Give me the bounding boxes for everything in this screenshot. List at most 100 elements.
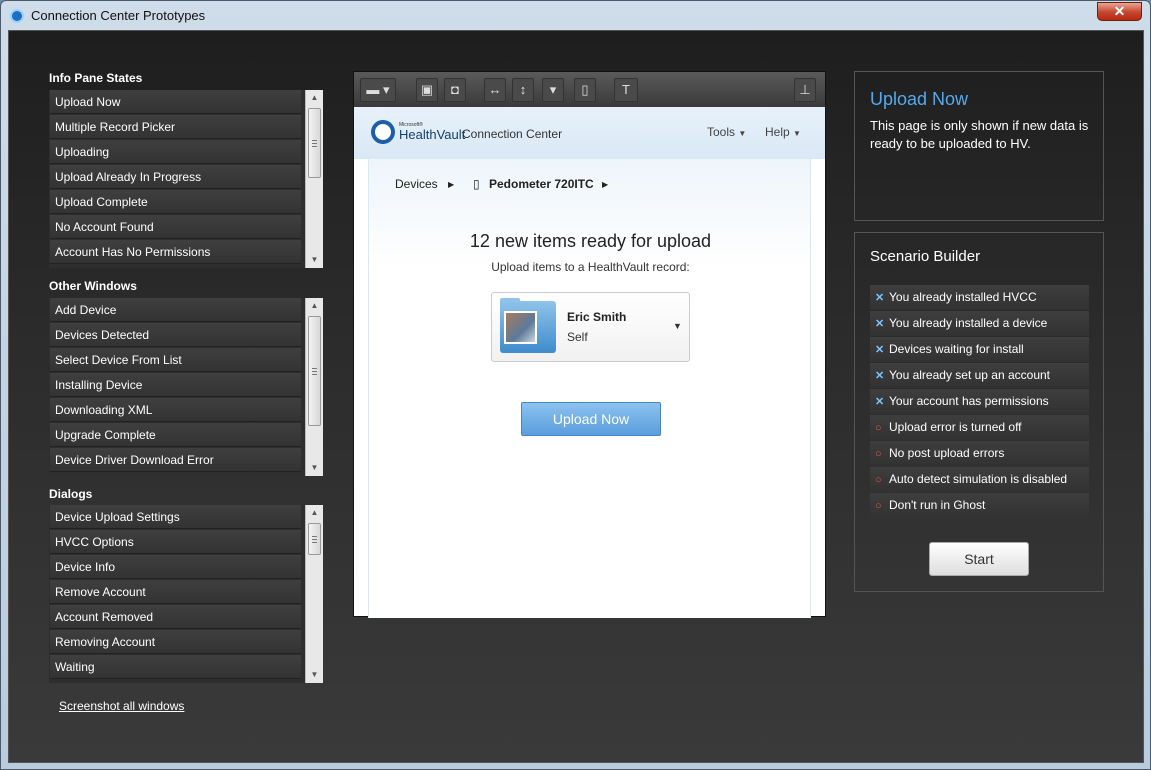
dialogs-title: Dialogs: [49, 487, 93, 501]
dialogs-item[interactable]: Remove Account: [50, 580, 301, 604]
open-folder-icon[interactable]: ▬ ▾: [360, 78, 396, 102]
window-title: Connection Center Prototypes: [31, 8, 206, 23]
resize-horizontal-icon[interactable]: ↔: [484, 78, 506, 102]
scenario-item[interactable]: ✕ Your account has permissions: [870, 389, 1089, 414]
scenario-item[interactable]: ○ No post upload errors: [870, 441, 1089, 466]
logo-connection-center: Connection Center: [462, 127, 563, 141]
scenario-item-label: No post upload errors: [889, 446, 1005, 460]
dialogs-scrollbar[interactable]: ▲ ▼: [305, 505, 323, 683]
breadcrumb-devices[interactable]: Devices: [395, 177, 438, 191]
scroll-down-icon[interactable]: ▼: [306, 252, 323, 268]
scenario-item[interactable]: ○ Auto detect simulation is disabled: [870, 467, 1089, 492]
info-pane-item[interactable]: Multiple Record Picker: [50, 115, 301, 139]
resize-vertical-icon[interactable]: ↕: [512, 78, 534, 102]
other-windows-item[interactable]: Installing Device: [50, 373, 301, 397]
dialogs-list: Device Upload Settings HVCC Options Device…: [49, 505, 323, 683]
other-windows-item[interactable]: Add Device: [50, 298, 301, 322]
healthvault-header: Microsoft® HealthVault Connection Center…: [354, 107, 825, 159]
upload-now-button[interactable]: Upload Now: [521, 402, 661, 436]
save-icon[interactable]: ▣: [416, 78, 438, 102]
logo-healthvault: HealthVault: [399, 127, 466, 142]
scroll-thumb[interactable]: [308, 108, 321, 178]
info-pane-item[interactable]: Account Has No Permissions: [50, 240, 301, 264]
scenario-list: ✕ You already installed HVCC ✕ You already …: [870, 285, 1089, 519]
scroll-down-icon[interactable]: ▼: [306, 460, 323, 476]
scenario-item[interactable]: ✕ Devices waiting for install: [870, 337, 1089, 362]
dialogs-item[interactable]: Waiting: [50, 655, 301, 679]
breadcrumb-device[interactable]: Pedometer 720ITC: [489, 177, 594, 191]
scenario-item-label: Upload error is turned off: [889, 420, 1022, 434]
record-name: Eric Smith: [567, 310, 627, 324]
info-box: Upload Now This page is only shown if ne…: [854, 71, 1104, 221]
circle-icon: ○: [875, 500, 882, 512]
other-windows-item[interactable]: Select Device From List: [50, 348, 301, 372]
scenario-item-label: You already set up an account: [889, 368, 1051, 382]
scenario-builder: Scenario Builder ✕ You already installed …: [854, 232, 1104, 592]
other-windows-item[interactable]: Device Driver Download Error: [50, 448, 301, 472]
info-pane-list: Upload Now Multiple Record Picker Uploadin…: [49, 90, 323, 268]
pedometer-icon: ▯: [473, 177, 480, 191]
chevron-right-icon: ▶: [448, 180, 455, 189]
info-pane-item[interactable]: Upload Complete: [50, 190, 301, 214]
scenario-item-label: You already installed HVCC: [889, 290, 1037, 304]
client-area: Info Pane States Upload Now Multiple Reco…: [8, 30, 1144, 763]
scroll-up-icon[interactable]: ▲: [306, 298, 323, 314]
info-text: This page is only shown if new data is r…: [870, 118, 1089, 151]
scenario-item-label: Don't run in Ghost: [889, 498, 986, 512]
x-icon: ✕: [875, 370, 885, 382]
other-windows-scrollbar[interactable]: ▲ ▼: [305, 298, 323, 476]
chevron-right-icon: ▶: [602, 180, 609, 189]
scroll-up-icon[interactable]: ▲: [306, 90, 323, 106]
scroll-up-icon[interactable]: ▲: [306, 505, 323, 521]
info-title: Upload Now: [870, 89, 969, 109]
scenario-item[interactable]: ✕ You already installed a device: [870, 311, 1089, 336]
circle-icon: ○: [875, 474, 882, 486]
scenario-item-label: Your account has permissions: [889, 394, 1049, 408]
tools-menu[interactable]: Tools ▼: [707, 125, 746, 139]
info-pane-item[interactable]: Upload Now: [50, 90, 301, 114]
record-relation: Self: [567, 330, 588, 344]
x-icon: ✕: [875, 292, 885, 304]
info-pane-title: Info Pane States: [49, 71, 143, 85]
text-icon[interactable]: T: [614, 78, 638, 102]
dialogs-item[interactable]: Account Removed: [50, 605, 301, 629]
scenario-item[interactable]: ○ Don't run in Ghost: [870, 493, 1089, 518]
scenario-item-label: Devices waiting for install: [889, 342, 1024, 356]
dialogs-item[interactable]: Device Upload Settings: [50, 505, 301, 529]
other-windows-item[interactable]: Upgrade Complete: [50, 423, 301, 447]
app-icon: [10, 9, 24, 23]
scenario-item[interactable]: ✕ You already installed HVCC: [870, 285, 1089, 310]
scenario-item[interactable]: ✕ You already set up an account: [870, 363, 1089, 388]
scroll-thumb[interactable]: [308, 523, 321, 555]
title-bar: Connection Center Prototypes ✕: [1, 1, 1150, 30]
screenshot-all-windows-link[interactable]: Screenshot all windows: [59, 699, 184, 713]
chevron-down-icon[interactable]: ▼: [673, 321, 682, 331]
circle-icon: ○: [875, 422, 882, 434]
dialogs-item[interactable]: HVCC Options: [50, 530, 301, 554]
pin-icon[interactable]: ⊥: [794, 78, 816, 102]
other-windows-title: Other Windows: [49, 279, 137, 293]
scroll-down-icon[interactable]: ▼: [306, 667, 323, 683]
dialogs-item[interactable]: Device Info: [50, 555, 301, 579]
info-pane-item[interactable]: Uploading: [50, 140, 301, 164]
dialogs-item[interactable]: Removing Account: [50, 630, 301, 654]
record-picker[interactable]: Eric Smith Self ▼: [491, 292, 690, 362]
device-icon[interactable]: ▾: [542, 78, 564, 102]
info-pane-item[interactable]: No Account Found: [50, 215, 301, 239]
upload-headline: 12 new items ready for upload: [469, 231, 712, 251]
scenario-item[interactable]: ○ Upload error is turned off: [870, 415, 1089, 440]
start-button[interactable]: Start: [929, 542, 1029, 576]
close-button[interactable]: ✕: [1097, 2, 1142, 21]
scroll-thumb[interactable]: [308, 316, 321, 426]
other-windows-item[interactable]: Devices Detected: [50, 323, 301, 347]
healthvault-logo-icon: [371, 120, 395, 144]
info-pane-scrollbar[interactable]: ▲ ▼: [305, 90, 323, 268]
circle-icon: ○: [875, 448, 882, 460]
info-pane-item[interactable]: Upload Already In Progress: [50, 165, 301, 189]
mobile-icon[interactable]: ▯: [574, 78, 596, 102]
avatar: [504, 311, 537, 344]
other-windows-item[interactable]: Downloading XML: [50, 398, 301, 422]
screenshot-icon[interactable]: ◘: [444, 78, 466, 102]
x-icon: ✕: [875, 396, 885, 408]
help-menu[interactable]: Help ▼: [765, 125, 801, 139]
